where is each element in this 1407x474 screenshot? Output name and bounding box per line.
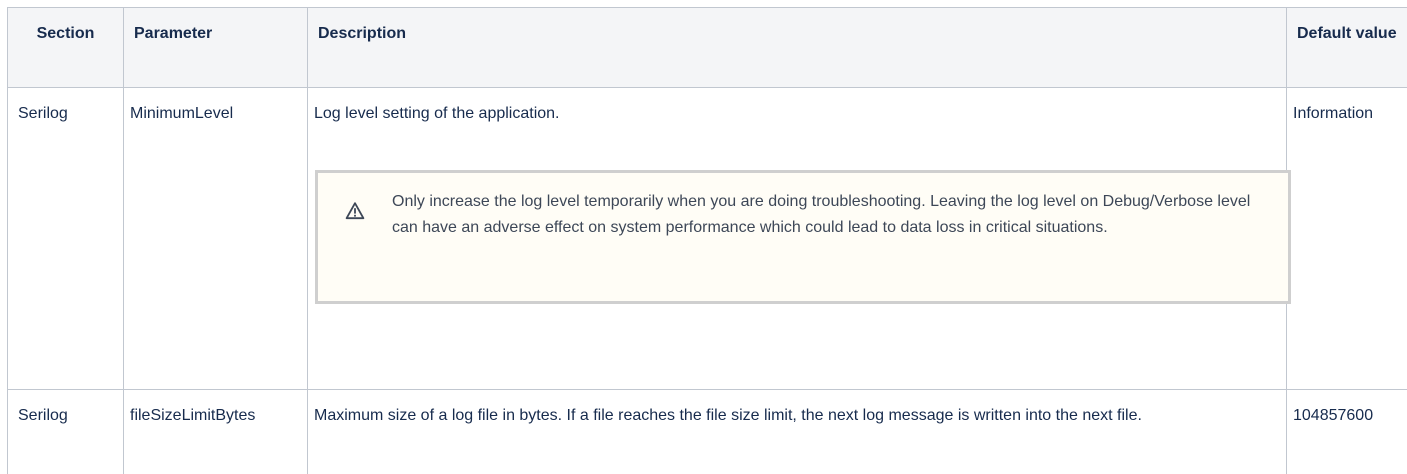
warning-note: Only increase the log level temporarily …: [315, 170, 1291, 304]
header-default-value: Default value: [1287, 8, 1407, 88]
cell-default-value: 104857600: [1287, 390, 1407, 474]
table-header-row: Section Parameter Description Default va…: [8, 8, 1407, 88]
table-row: Serilog MinimumLevel Log level setting o…: [8, 88, 1407, 390]
header-description: Description: [308, 8, 1287, 88]
cell-description: Maximum size of a log file in bytes. If …: [308, 390, 1287, 474]
parameters-table: Section Parameter Description Default va…: [7, 7, 1407, 474]
warning-note-text: Only increase the log level temporarily …: [392, 189, 1258, 241]
cell-section: Serilog: [8, 88, 124, 390]
cell-section: Serilog: [8, 390, 124, 474]
cell-default-value: Information: [1287, 88, 1407, 390]
table-row: Serilog fileSizeLimitBytes Maximum size …: [8, 390, 1407, 474]
content-area: Section Parameter Description Default va…: [7, 7, 1407, 474]
cell-parameter: MinimumLevel: [124, 88, 308, 390]
cell-parameter: fileSizeLimitBytes: [124, 390, 308, 474]
header-parameter: Parameter: [124, 8, 308, 88]
header-section: Section: [8, 8, 124, 88]
cell-description: Log level setting of the application. On…: [308, 88, 1287, 390]
description-text: Log level setting of the application.: [314, 102, 1280, 126]
warning-icon: [345, 201, 365, 221]
